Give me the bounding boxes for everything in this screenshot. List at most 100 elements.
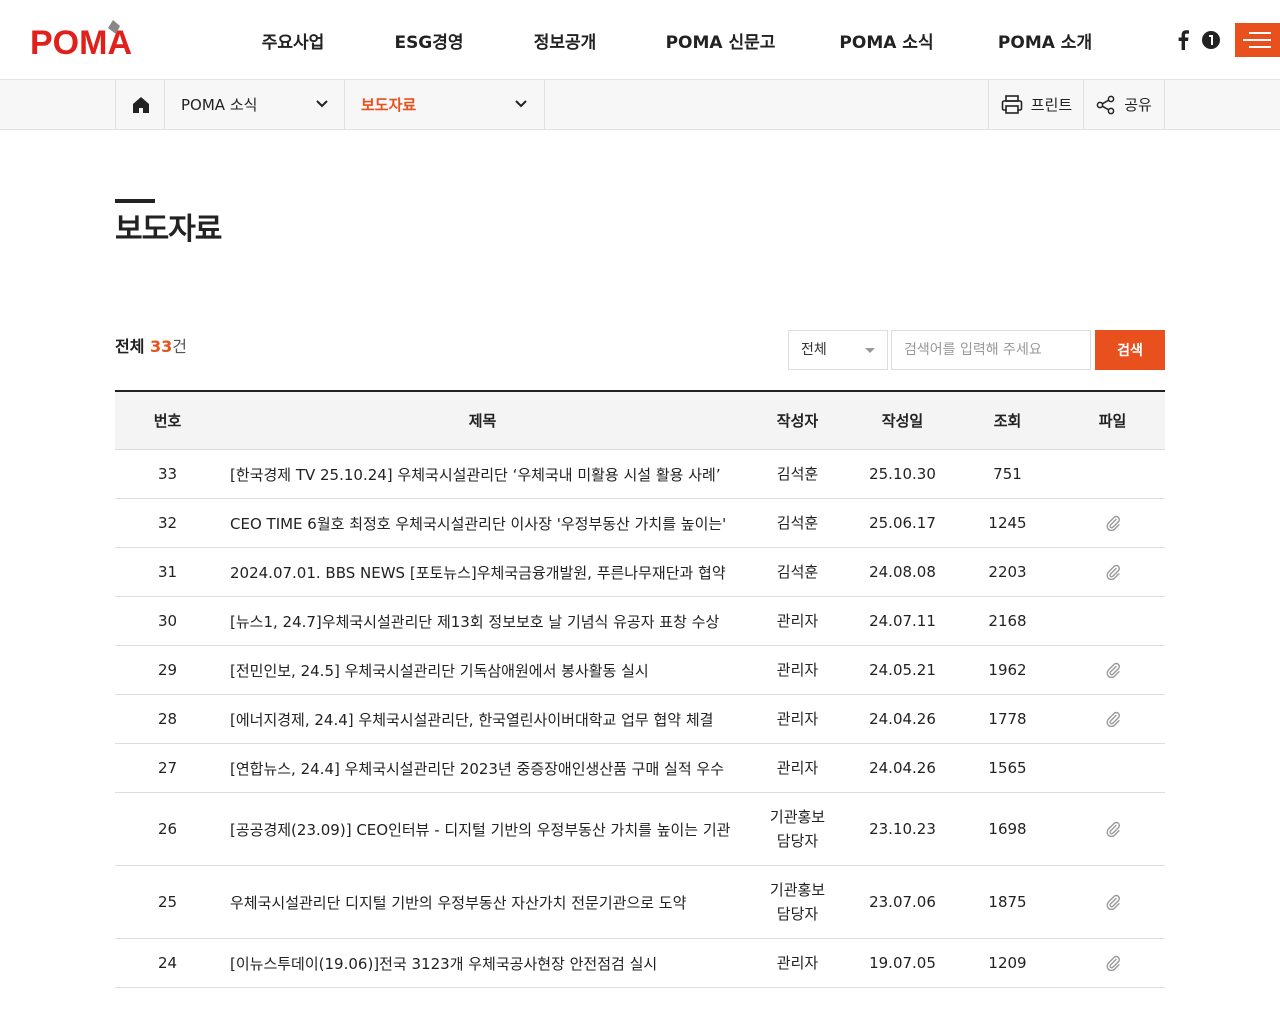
press-release-table: 번호 제목 작성자 작성일 조회 파일 33 [한국경제 TV 25.10.24]…: [115, 390, 1165, 988]
row-file[interactable]: [1060, 564, 1165, 580]
menu-line-icon: [1243, 39, 1271, 41]
row-date: 24.08.08: [869, 563, 936, 581]
row-views: 1565: [988, 759, 1027, 777]
depth2-label: 보도자료: [361, 96, 417, 114]
row-author: 관리자: [776, 759, 819, 777]
paperclip-icon: [1105, 955, 1120, 971]
nav-item-petition[interactable]: POMA 신문고: [633, 28, 808, 53]
row-author: 관리자: [776, 710, 819, 728]
row-author: 기관홍보담당자: [769, 808, 826, 850]
row-title-link[interactable]: CEO TIME 6월호 최정호 우체국시설관리단 이사장 '우정부동산 가치를…: [220, 513, 745, 534]
row-file[interactable]: [1060, 894, 1165, 910]
row-title-link[interactable]: [이뉴스투데이(19.06)]전국 3123개 우체국공사현장 안전점검 실시: [220, 953, 745, 974]
row-number: 32: [157, 514, 178, 532]
row-views: 1962: [988, 661, 1027, 679]
menu-line-icon: [1249, 46, 1271, 48]
table-row[interactable]: 26 [공공경제(23.09)] CEO인터뷰 - 디지털 기반의 우정부동산 가…: [115, 793, 1165, 866]
home-icon: [132, 96, 149, 113]
home-button[interactable]: [115, 80, 165, 129]
depth1-dropdown[interactable]: POMA 소식: [164, 80, 345, 129]
row-file[interactable]: [1060, 662, 1165, 678]
facebook-icon[interactable]: [1171, 28, 1195, 52]
search-button[interactable]: 검색: [1095, 330, 1165, 370]
site-header: POMA 주요사업 ESG경영 정보공개 POMA 신문고 POMA 소식 PO…: [0, 0, 1280, 80]
paperclip-icon: [1105, 662, 1120, 678]
paperclip-icon: [1105, 711, 1120, 727]
search-type-value: 전체: [801, 342, 827, 358]
row-title-link[interactable]: 2024.07.01. BBS NEWS [포토뉴스]우체국금융개발원, 푸른나…: [220, 562, 745, 583]
nav-item-business[interactable]: 주요사업: [225, 28, 361, 53]
row-file[interactable]: [1060, 955, 1165, 971]
share-button[interactable]: 공유: [1083, 80, 1165, 129]
row-date: 24.07.11: [869, 612, 936, 630]
row-views: 1875: [988, 893, 1027, 911]
header-title: 제목: [468, 412, 497, 430]
paperclip-icon: [1105, 564, 1120, 580]
table-row[interactable]: 29 [전민인보, 24.5] 우체국시설관리단 기독삼애원에서 봉사활동 실시 관…: [115, 646, 1165, 695]
header-date: 작성일: [881, 412, 924, 430]
table-body: 33 [한국경제 TV 25.10.24] 우체국시설관리단 ‘우체국내 미활용 …: [115, 450, 1165, 988]
row-views: 2203: [988, 563, 1027, 581]
row-date: 23.07.06: [869, 893, 936, 911]
row-number: 25: [157, 893, 178, 911]
title-accent-bar: [115, 199, 155, 203]
table-row[interactable]: 30 [뉴스1, 24.7]우체국시설관리단 제13회 정보보호 날 기념식 유공…: [115, 597, 1165, 646]
row-views: 751: [993, 465, 1022, 483]
row-author: 김석훈: [776, 514, 819, 532]
row-number: 30: [157, 612, 178, 630]
row-views: 2168: [988, 612, 1027, 630]
row-views: 1778: [988, 710, 1027, 728]
chevron-down-icon: [515, 100, 527, 108]
row-title-link[interactable]: [한국경제 TV 25.10.24] 우체국시설관리단 ‘우체국내 미활용 시설…: [220, 464, 745, 485]
table-row[interactable]: 32 CEO TIME 6월호 최정호 우체국시설관리단 이사장 '우정부동산 가…: [115, 499, 1165, 548]
row-date: 19.07.05: [869, 954, 936, 972]
nav-item-news[interactable]: POMA 소식: [808, 28, 965, 53]
row-title-link[interactable]: [에너지경제, 24.4] 우체국시설관리단, 한국열린사이버대학교 업무 협약…: [220, 709, 745, 730]
row-author: 관리자: [776, 612, 819, 630]
table-row[interactable]: 28 [에너지경제, 24.4] 우체국시설관리단, 한국열린사이버대학교 업무 …: [115, 695, 1165, 744]
share-label: 공유: [1124, 96, 1152, 114]
row-file[interactable]: [1060, 515, 1165, 531]
total-unit: 건: [172, 337, 188, 356]
search-input[interactable]: [891, 330, 1091, 370]
nav-item-disclosure[interactable]: 정보공개: [497, 28, 633, 53]
table-row[interactable]: 27 [연합뉴스, 24.4] 우체국시설관리단 2023년 중증장애인생산품 구…: [115, 744, 1165, 793]
share-icon: [1096, 95, 1115, 114]
paperclip-icon: [1105, 515, 1120, 531]
row-author: 기관홍보담당자: [769, 881, 826, 923]
row-title-link[interactable]: [뉴스1, 24.7]우체국시설관리단 제13회 정보보호 날 기념식 유공자 …: [220, 611, 745, 632]
table-row[interactable]: 31 2024.07.01. BBS NEWS [포토뉴스]우체국금융개발원, 푸…: [115, 548, 1165, 597]
row-number: 33: [157, 465, 178, 483]
depth1-label: POMA 소식: [181, 96, 258, 114]
row-file[interactable]: [1060, 821, 1165, 837]
header-author: 작성자: [776, 411, 819, 430]
table-header: 번호 제목 작성자 작성일 조회 파일: [115, 392, 1165, 450]
row-number: 28: [157, 710, 178, 728]
blog-icon[interactable]: [1199, 28, 1223, 52]
total-number: 33: [150, 337, 173, 356]
depth2-dropdown[interactable]: 보도자료: [344, 80, 545, 129]
nav-item-esg[interactable]: ESG경영: [361, 28, 497, 53]
total-count: 전체 33건: [115, 333, 187, 357]
row-date: 24.04.26: [869, 710, 936, 728]
table-row[interactable]: 24 [이뉴스투데이(19.06)]전국 3123개 우체국공사현장 안전점검 실…: [115, 939, 1165, 988]
row-date: 25.10.30: [869, 465, 936, 483]
row-number: 29: [157, 661, 178, 679]
table-row[interactable]: 25 우체국시설관리단 디지털 기반의 우정부동산 자산가치 전문기관으로 도약 기…: [115, 866, 1165, 939]
table-row[interactable]: 33 [한국경제 TV 25.10.24] 우체국시설관리단 ‘우체국내 미활용 …: [115, 450, 1165, 499]
row-title-link[interactable]: [연합뉴스, 24.4] 우체국시설관리단 2023년 중증장애인생산품 구매 …: [220, 758, 745, 779]
total-label: 전체: [115, 337, 145, 356]
row-title-link[interactable]: [공공경제(23.09)] CEO인터뷰 - 디지털 기반의 우정부동산 가치를…: [220, 819, 745, 840]
row-number: 27: [157, 759, 178, 777]
nav-item-about[interactable]: POMA 소개: [965, 28, 1125, 53]
row-title-link[interactable]: 우체국시설관리단 디지털 기반의 우정부동산 자산가치 전문기관으로 도약: [220, 892, 745, 913]
row-file[interactable]: [1060, 711, 1165, 727]
print-button[interactable]: 프린트: [988, 80, 1084, 129]
menu-line-icon: [1249, 32, 1271, 34]
row-title-link[interactable]: [전민인보, 24.5] 우체국시설관리단 기독삼애원에서 봉사활동 실시: [220, 660, 745, 681]
header-views: 조회: [993, 412, 1022, 430]
hamburger-menu-button[interactable]: [1235, 23, 1280, 57]
printer-icon: [1001, 94, 1023, 114]
search-type-select[interactable]: 전체: [788, 330, 888, 370]
poma-logo[interactable]: POMA: [30, 20, 152, 58]
